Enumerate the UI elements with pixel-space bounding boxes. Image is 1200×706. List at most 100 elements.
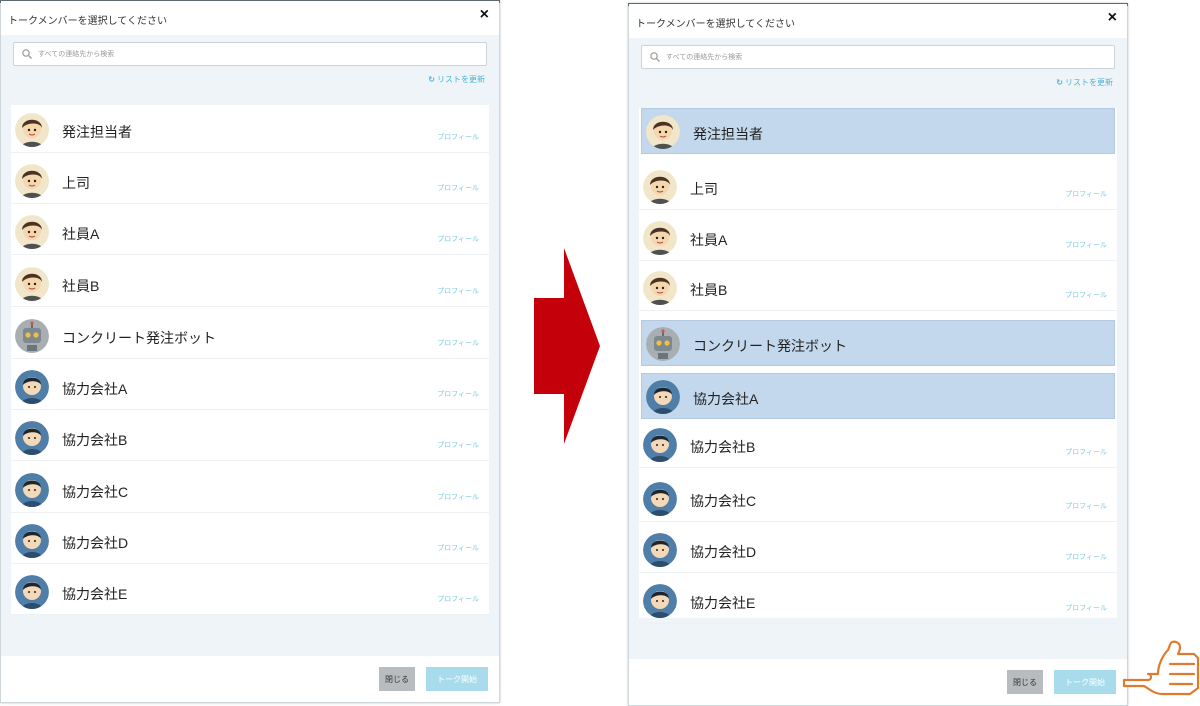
member-name: 発注担当者	[693, 126, 763, 142]
member-row[interactable]: 協力会社E プロフィール	[639, 578, 1117, 624]
member-name: 協力会社B	[690, 439, 756, 455]
close-icon[interactable]: ×	[1108, 10, 1117, 26]
refresh-label: リストを更新	[437, 75, 485, 84]
profile-link[interactable]: プロフィール	[1065, 552, 1107, 562]
member-row[interactable]: 発注担当者 プロフィール	[11, 107, 489, 153]
member-row[interactable]: 上司プロフィール	[639, 164, 1117, 210]
dialog-title: トークメンバーを選択してください	[8, 16, 167, 27]
profile-link[interactable]: プロフィール	[437, 286, 479, 296]
member-row[interactable]: 協力会社C プロフィール	[11, 467, 489, 513]
profile-link[interactable]: プロフィール	[437, 183, 479, 193]
dialog-footer: 閉じる トーク開始	[629, 659, 1127, 705]
member-name: 協力会社D	[62, 535, 129, 551]
avatar	[643, 428, 677, 462]
member-row[interactable]: 協力会社D プロフィール	[11, 518, 489, 564]
member-name: 社員A	[690, 232, 728, 248]
member-name: 社員B	[690, 282, 728, 298]
member-row[interactable]: 協力会社C プロフィール	[639, 476, 1117, 522]
profile-link[interactable]: プロフィール	[437, 594, 479, 604]
member-row[interactable]: コンクリート発注ボットプロフィール	[11, 313, 489, 359]
member-row[interactable]: 社員A プロフィール	[639, 215, 1117, 261]
profile-link[interactable]: プロフィール	[1065, 501, 1107, 511]
avatar	[15, 319, 49, 353]
member-row[interactable]: 協力会社B プロフィール	[11, 415, 489, 461]
avatar	[643, 533, 677, 567]
profile-link[interactable]: プロフィール	[437, 543, 479, 553]
member-name: 協力会社E	[690, 595, 756, 611]
avatar	[15, 421, 49, 455]
start-talk-button[interactable]: トーク開始	[1054, 670, 1116, 694]
member-list: 発注担当者 上司 プロフィール 社員A プロフィール 社員B プロフィール コンクリート発注ボ…	[639, 108, 1117, 624]
member-row[interactable]: 協力会社D プロフィール	[639, 527, 1117, 573]
refresh-label: リストを更新	[1065, 78, 1113, 87]
profile-link[interactable]: プロフィール	[437, 492, 479, 502]
search-input[interactable]	[38, 46, 463, 62]
avatar	[643, 584, 677, 618]
member-row[interactable]: 協力会社B プロフィール	[639, 422, 1117, 468]
profile-link[interactable]: プロフィール	[1065, 447, 1107, 457]
profile-link[interactable]: プロフィール	[1065, 240, 1107, 250]
refresh-icon: ↻	[1056, 78, 1063, 87]
member-select-dialog-after: トークメンバーを選択してください × ↻リストを更新 発注担当者上司プロフィール…	[628, 3, 1128, 706]
avatar	[646, 327, 680, 361]
dialog-title-bar: トークメンバーを選択してください ×	[629, 4, 1127, 38]
search-icon	[650, 52, 660, 62]
close-button[interactable]: 閉じる	[1007, 670, 1043, 694]
member-name: 協力会社B	[62, 432, 128, 448]
profile-link[interactable]: プロフィール	[437, 389, 479, 399]
pointing-hand-icon	[1122, 640, 1200, 696]
member-row[interactable]: 協力会社E プロフィール	[11, 569, 489, 615]
profile-link[interactable]: プロフィール	[437, 234, 479, 244]
avatar	[646, 115, 680, 149]
right-arrow-icon	[534, 248, 600, 444]
profile-link[interactable]: プロフィール	[437, 338, 479, 348]
search-box[interactable]	[13, 42, 487, 66]
member-row[interactable]: 社員A プロフィール	[11, 209, 489, 255]
avatar	[15, 524, 49, 558]
member-name: 協力会社C	[690, 493, 757, 509]
member-select-dialog-before: トークメンバーを選択してください × ↻リストを更新 発注担当者プロフィール上司…	[0, 0, 500, 703]
member-row[interactable]: 協力会社A プロフィール	[11, 364, 489, 410]
avatar	[15, 215, 49, 249]
dialog-footer: 閉じる トーク開始	[1, 656, 499, 702]
refresh-list-link[interactable]: ↻ リストを更新	[428, 74, 485, 85]
search-input[interactable]	[666, 49, 1091, 65]
member-name: 社員B	[62, 278, 100, 294]
member-name: 協力会社E	[62, 586, 128, 602]
avatar	[15, 473, 49, 507]
avatar	[15, 370, 49, 404]
avatar	[15, 575, 49, 609]
close-icon[interactable]: ×	[480, 7, 489, 23]
search-icon	[22, 49, 32, 59]
avatar	[646, 380, 680, 414]
profile-link[interactable]: プロフィール	[1065, 189, 1107, 199]
member-name: 社員A	[62, 226, 100, 242]
refresh-list-link[interactable]: ↻ リストを更新	[1056, 77, 1113, 88]
profile-link[interactable]: プロフィール	[1065, 603, 1107, 613]
member-row[interactable]: 発注担当者	[641, 108, 1115, 154]
profile-link[interactable]: プロフィール	[1065, 290, 1107, 300]
member-name: 協力会社A	[62, 381, 128, 397]
start-talk-button[interactable]: トーク開始	[426, 667, 488, 691]
member-row[interactable]: 上司プロフィール	[11, 158, 489, 204]
avatar	[643, 221, 677, 255]
member-name: コンクリート発注ボット	[693, 338, 847, 354]
member-name: 上司	[690, 181, 718, 197]
close-button[interactable]: 閉じる	[379, 667, 415, 691]
refresh-icon: ↻	[428, 75, 435, 84]
avatar	[15, 164, 49, 198]
profile-link[interactable]: プロフィール	[437, 440, 479, 450]
member-name: 協力会社D	[690, 544, 757, 560]
member-row[interactable]: 社員B プロフィール	[11, 261, 489, 307]
member-row[interactable]: 社員B プロフィール	[639, 265, 1117, 311]
dialog-body: ↻リストを更新 発注担当者上司プロフィール社員Aプロフィール社員Bプロフィールコ…	[629, 38, 1127, 659]
dialog-title-bar: トークメンバーを選択してください ×	[1, 1, 499, 35]
member-row[interactable]: 協力会社A	[641, 373, 1115, 419]
member-name: 上司	[62, 175, 90, 191]
member-list: 発注担当者 プロフィール 上司 プロフィール 社員A プロフィール 社員B プロフィール コンク…	[11, 105, 489, 615]
dialog-title: トークメンバーを選択してください	[636, 19, 795, 30]
member-name: コンクリート発注ボット	[62, 330, 216, 346]
profile-link[interactable]: プロフィール	[437, 132, 479, 142]
member-row[interactable]: コンクリート発注ボット	[641, 320, 1115, 366]
search-box[interactable]	[641, 45, 1115, 69]
